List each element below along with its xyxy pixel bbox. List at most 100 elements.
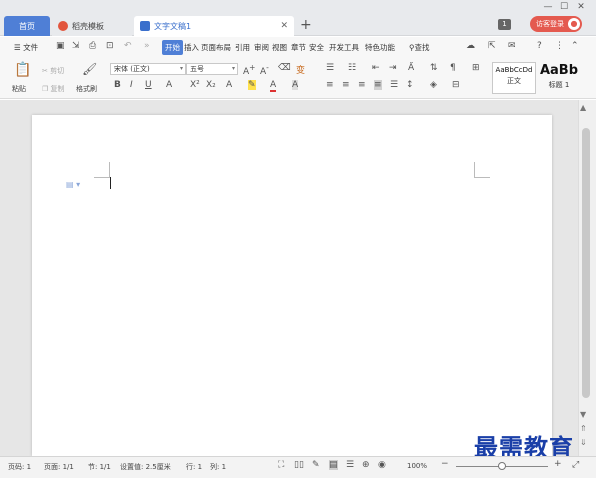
close-window-button[interactable]: ✕ bbox=[574, 2, 588, 12]
strikethrough-icon[interactable]: A bbox=[166, 80, 172, 90]
scrollbar-thumb[interactable] bbox=[582, 128, 590, 398]
cut-button[interactable]: ✂ 剪切 bbox=[42, 66, 64, 76]
scroll-down-icon[interactable]: ▼ bbox=[580, 410, 586, 419]
tab-developer[interactable]: 开发工具 bbox=[328, 40, 360, 55]
print-icon[interactable]: ⎙ bbox=[89, 41, 96, 51]
fit-page-icon[interactable]: ⤢ bbox=[572, 460, 579, 470]
chinese-layout-icon[interactable]: A̋ bbox=[408, 63, 414, 73]
save-icon[interactable]: ▣ bbox=[56, 41, 65, 51]
zoom-out-icon[interactable]: − bbox=[441, 459, 449, 469]
paste-icon[interactable]: 📋 bbox=[14, 62, 31, 78]
fullscreen-icon[interactable]: ⛶ bbox=[278, 460, 284, 470]
tab-chapter[interactable]: 章节 bbox=[290, 40, 307, 55]
zoom-slider-handle[interactable] bbox=[498, 462, 506, 470]
tab-view[interactable]: 视图 bbox=[271, 40, 288, 55]
justify-icon[interactable]: ≡ bbox=[374, 80, 382, 90]
minimize-button[interactable]: — bbox=[541, 2, 555, 12]
zoom-level[interactable]: 100% bbox=[407, 462, 427, 470]
font-size-select[interactable]: 五号 ▾ bbox=[186, 63, 238, 75]
cloud-sync-icon[interactable]: ☁ bbox=[466, 41, 475, 51]
shrink-font-icon[interactable]: A- bbox=[260, 63, 269, 77]
increase-indent-icon[interactable]: ⇥ bbox=[389, 63, 397, 73]
status-section: 节: 1/1 bbox=[88, 463, 111, 471]
more-chevron-icon[interactable]: » bbox=[144, 41, 150, 51]
undo-icon[interactable]: ↶ bbox=[124, 41, 132, 51]
distribute-icon[interactable]: ☰ bbox=[390, 80, 398, 90]
clear-format-icon[interactable]: ⌫ bbox=[278, 63, 291, 73]
file-menu-label: 文件 bbox=[23, 43, 39, 52]
highlight-icon[interactable]: ✎ bbox=[248, 80, 256, 90]
tab-page-layout[interactable]: 页面布局 bbox=[200, 40, 232, 55]
font-name-select[interactable]: 宋体 (正文) ▾ bbox=[110, 63, 186, 75]
eye-protect-icon[interactable]: ◉ bbox=[378, 460, 386, 470]
tab-review[interactable]: 审阅 bbox=[253, 40, 270, 55]
decrease-indent-icon[interactable]: ⇤ bbox=[372, 63, 380, 73]
italic-icon[interactable]: I bbox=[130, 80, 133, 90]
style-normal[interactable]: AaBbCcDd 正文 bbox=[492, 62, 536, 94]
align-center-icon[interactable]: ≡ bbox=[342, 80, 350, 90]
zoom-in-icon[interactable]: + bbox=[554, 459, 562, 469]
phonetic-icon[interactable]: 变 bbox=[296, 63, 305, 76]
text-effect-icon[interactable]: A bbox=[226, 80, 232, 90]
superscript-icon[interactable]: X² bbox=[190, 80, 200, 90]
shading-icon[interactable]: ◈ bbox=[430, 80, 437, 90]
comment-icon[interactable]: ✉ bbox=[508, 41, 516, 51]
window-count-badge[interactable]: 1 bbox=[498, 19, 511, 30]
format-painter-icon[interactable]: 🖌 bbox=[82, 62, 97, 76]
paste-button[interactable]: 粘贴 bbox=[12, 84, 26, 94]
share-icon[interactable]: ⇱ bbox=[488, 41, 496, 51]
format-painter-button[interactable]: 格式刷 bbox=[76, 84, 97, 94]
tab-references[interactable]: 引用 bbox=[234, 40, 251, 55]
borders-icon[interactable]: ⊟ bbox=[452, 80, 460, 90]
tab-document-label: 文字文稿1 bbox=[154, 21, 192, 31]
prev-page-icon[interactable]: ⇑ bbox=[580, 424, 587, 433]
new-tab-button[interactable]: + bbox=[300, 17, 312, 33]
search-button[interactable]: ⚲查找 bbox=[408, 40, 431, 55]
export-icon[interactable]: ⇲ bbox=[72, 41, 80, 51]
status-page-count: 页面: 1/1 bbox=[44, 463, 74, 471]
align-right-icon[interactable]: ≡ bbox=[358, 80, 366, 90]
grow-font-icon[interactable]: A+ bbox=[243, 63, 255, 77]
bold-icon[interactable]: B bbox=[114, 80, 121, 90]
show-marks-icon[interactable]: ¶ bbox=[450, 63, 456, 73]
bullet-list-icon[interactable]: ☰ bbox=[326, 63, 334, 73]
preview-icon[interactable]: ⊡ bbox=[106, 41, 114, 51]
scroll-up-icon[interactable]: ▲ bbox=[580, 103, 586, 112]
login-button[interactable]: 访客登录 ● bbox=[530, 16, 582, 32]
more-options-icon[interactable]: ⋮ bbox=[555, 41, 564, 51]
status-setting-value[interactable]: 设置值: 2.5厘米 bbox=[120, 462, 171, 472]
align-left-icon[interactable]: ≡ bbox=[326, 80, 334, 90]
tab-insert[interactable]: 插入 bbox=[183, 40, 200, 55]
font-color-icon[interactable]: A bbox=[270, 80, 277, 92]
margin-mark-top-right bbox=[474, 162, 490, 178]
table-grid-icon[interactable]: ⊞ bbox=[472, 63, 480, 73]
paragraph-layout-icon[interactable]: ▤ ▾ bbox=[66, 180, 80, 189]
line-spacing-icon[interactable]: ↕ bbox=[406, 80, 414, 90]
copy-label: 复制 bbox=[50, 85, 65, 93]
subscript-icon[interactable]: X₂ bbox=[206, 80, 216, 90]
copy-button[interactable]: ❐ 复制 bbox=[42, 84, 65, 94]
tab-document[interactable]: 文字文稿1 ✕ bbox=[134, 16, 294, 36]
outline-view-icon[interactable]: ☰ bbox=[346, 460, 354, 470]
tab-start[interactable]: 开始 bbox=[162, 40, 183, 55]
tab-security[interactable]: 安全 bbox=[308, 40, 325, 55]
edit-mode-icon[interactable]: ✎ bbox=[312, 460, 320, 470]
page-view-icon[interactable]: ▤ bbox=[329, 460, 338, 470]
read-mode-icon[interactable]: ▯▯ bbox=[294, 460, 304, 470]
collapse-ribbon-icon[interactable]: ⌃ bbox=[571, 41, 579, 51]
sort-icon[interactable]: ⇅ bbox=[430, 63, 438, 73]
style-heading-1[interactable]: AaBb 标题 1 bbox=[537, 62, 581, 94]
status-page-number: 页码: 1 bbox=[8, 463, 32, 471]
tab-features[interactable]: 特色功能 bbox=[364, 40, 396, 55]
maximize-button[interactable]: ☐ bbox=[557, 2, 571, 12]
tab-home[interactable]: 首页 bbox=[4, 16, 50, 36]
close-tab-icon[interactable]: ✕ bbox=[280, 21, 288, 31]
char-shading-icon[interactable]: A bbox=[292, 80, 299, 90]
help-icon[interactable]: ? bbox=[537, 41, 542, 51]
tab-template[interactable]: 稻壳模板 bbox=[52, 16, 132, 36]
numbered-list-icon[interactable]: ☷ bbox=[348, 63, 356, 73]
file-menu[interactable]: ☰ 文件 bbox=[13, 40, 39, 55]
underline-icon[interactable]: U bbox=[145, 80, 152, 90]
web-view-icon[interactable]: ⊕ bbox=[362, 460, 370, 470]
next-page-icon[interactable]: ⇓ bbox=[580, 438, 587, 447]
